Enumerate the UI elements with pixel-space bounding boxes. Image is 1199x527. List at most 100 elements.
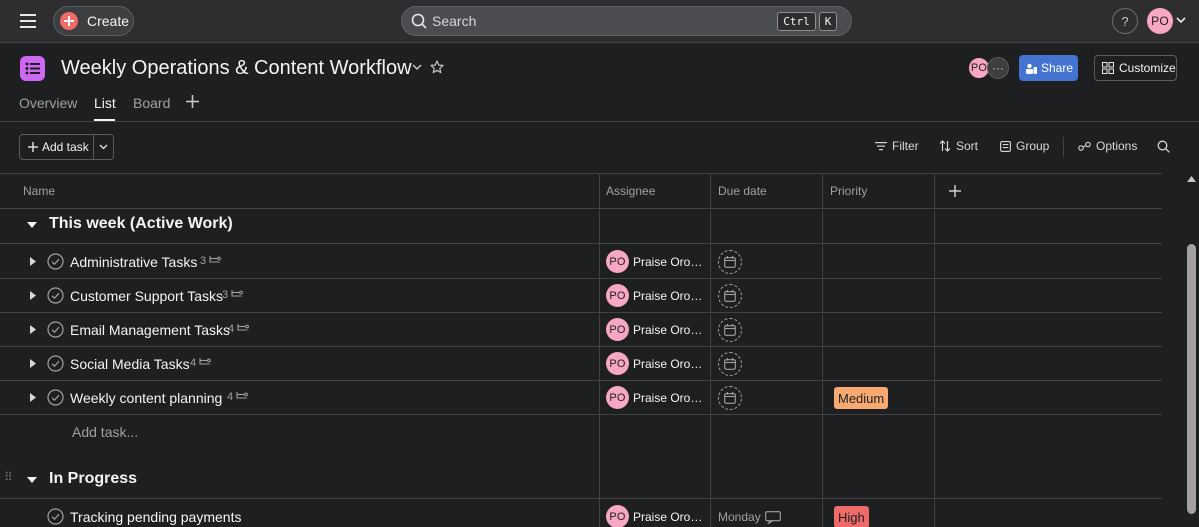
shortcut-ctrl-key: Ctrl — [777, 12, 816, 31]
assignee-name: Praise Orogo... — [633, 356, 707, 371]
caret-right-icon[interactable] — [30, 257, 36, 266]
calendar-icon[interactable] — [718, 284, 742, 308]
assignee-cell[interactable]: PO Praise Orogo... — [606, 318, 708, 341]
tab-list[interactable]: List — [94, 95, 116, 111]
customize-label: Customize — [1119, 61, 1176, 75]
task-name[interactable]: Customer Support Tasks — [70, 288, 223, 304]
caret-down-icon[interactable] — [27, 222, 37, 229]
avatar: PO — [606, 284, 629, 307]
task-name[interactable]: Tracking pending payments — [70, 509, 241, 525]
assignee-name: Praise Orogo... — [633, 390, 707, 405]
table-row[interactable]: Social Media Tasks 4 PO Praise Orogo... — [0, 347, 1162, 381]
user-avatar[interactable]: PO — [1147, 8, 1173, 34]
share-button[interactable]: Share — [1019, 55, 1078, 81]
scroll-up-arrow-icon[interactable] — [1187, 176, 1196, 182]
check-circle-icon[interactable] — [47, 321, 64, 338]
group-button[interactable]: Group — [1000, 139, 1049, 153]
filter-icon — [875, 141, 887, 151]
scrollbar-thumb[interactable] — [1187, 244, 1196, 514]
add-task-label: Add task — [42, 140, 89, 154]
avatar: PO — [606, 386, 629, 409]
section-header: This week (Active Work) — [0, 209, 1162, 244]
create-button[interactable]: Create — [53, 6, 134, 36]
assignee-name: Praise Orogo... — [633, 322, 707, 337]
caret-right-icon[interactable] — [30, 325, 36, 334]
add-task-dropdown[interactable] — [94, 135, 113, 159]
customize-icon — [1102, 62, 1114, 74]
section-title[interactable]: This week (Active Work) — [49, 215, 233, 233]
subtask-icon — [237, 324, 250, 331]
assignee-name: Praise Orogo... — [633, 509, 707, 524]
check-circle-icon[interactable] — [47, 287, 64, 304]
column-header-due-date[interactable]: Due date — [718, 184, 767, 198]
sort-button[interactable]: Sort — [939, 139, 978, 153]
subtask-count[interactable]: 4 — [190, 357, 212, 369]
customize-button[interactable]: Customize — [1094, 55, 1177, 81]
avatar: PO — [606, 318, 629, 341]
add-task-button[interactable]: Add task — [20, 135, 94, 159]
star-icon[interactable] — [430, 60, 444, 74]
plus-icon — [60, 12, 78, 30]
project-title[interactable]: Weekly Operations & Content Workflow — [61, 57, 412, 80]
tab-board[interactable]: Board — [133, 95, 170, 111]
table-row[interactable]: Tracking pending payments PO Praise Orogo… — [0, 500, 1162, 527]
options-button[interactable]: Options — [1078, 139, 1137, 153]
section-title[interactable]: In Progress — [49, 470, 137, 488]
due-date-cell[interactable]: Monday — [718, 510, 781, 524]
priority-badge[interactable]: Medium — [834, 387, 889, 409]
top-bar: Create Search Ctrl K ? PO — [0, 0, 1199, 43]
help-button[interactable]: ? — [1112, 8, 1138, 34]
subtask-count[interactable]: 4 — [228, 323, 250, 335]
check-circle-icon[interactable] — [47, 355, 64, 372]
column-header-priority[interactable]: Priority — [830, 184, 867, 198]
project-list-icon — [20, 56, 45, 81]
assignee-cell[interactable]: PO Praise Orogo... — [606, 284, 708, 307]
search-input[interactable]: Search Ctrl K — [401, 6, 852, 36]
subtask-icon — [231, 290, 244, 297]
chevron-down-icon[interactable] — [1176, 16, 1186, 24]
table-row[interactable]: Weekly content planning 4 PO Praise Orogo… — [0, 381, 1162, 415]
check-circle-icon[interactable] — [47, 253, 64, 270]
tab-overview[interactable]: Overview — [19, 95, 77, 111]
check-circle-icon[interactable] — [47, 389, 64, 406]
search-icon[interactable] — [1157, 140, 1170, 153]
subtask-count[interactable]: 4 — [227, 391, 249, 403]
table-row[interactable]: Email Management Tasks 4 PO Praise Orogo.… — [0, 313, 1162, 347]
table-row[interactable]: Customer Support Tasks 3 PO Praise Orogo.… — [0, 279, 1162, 313]
members-more-button[interactable]: ··· — [987, 57, 1009, 79]
hamburger-icon[interactable] — [18, 11, 40, 31]
column-header-name[interactable]: Name — [23, 184, 55, 198]
filter-button[interactable]: Filter — [875, 139, 919, 153]
assignee-cell[interactable]: PO Praise Orogo... — [606, 505, 708, 527]
subtask-count[interactable]: 3 — [200, 255, 222, 267]
chevron-down-icon[interactable] — [412, 63, 422, 71]
add-column-plus-icon[interactable] — [949, 185, 961, 197]
caret-right-icon[interactable] — [30, 291, 36, 300]
assignee-cell[interactable]: PO Praise Orogo... — [606, 386, 708, 409]
task-name[interactable]: Email Management Tasks — [70, 322, 230, 338]
subtask-count-value: 4 — [228, 323, 235, 335]
assignee-cell[interactable]: PO Praise Orogo... — [606, 250, 708, 273]
calendar-icon[interactable] — [718, 318, 742, 342]
task-name[interactable]: Social Media Tasks — [70, 356, 190, 372]
search-placeholder: Search — [432, 13, 477, 29]
options-icon — [1078, 141, 1091, 152]
calendar-icon[interactable] — [718, 352, 742, 376]
task-name[interactable]: Weekly content planning — [70, 390, 222, 406]
caret-down-icon[interactable] — [27, 477, 37, 484]
subtask-count[interactable]: 3 — [222, 289, 244, 301]
table-row[interactable]: Administrative Tasks 3 PO Praise Orogo... — [0, 245, 1162, 279]
priority-badge[interactable]: High — [834, 506, 869, 527]
add-task-inline[interactable]: Add task... — [72, 424, 138, 440]
calendar-icon[interactable] — [718, 250, 742, 274]
assignee-cell[interactable]: PO Praise Orogo... — [606, 352, 708, 375]
caret-right-icon[interactable] — [30, 359, 36, 368]
caret-right-icon[interactable] — [30, 393, 36, 402]
add-tab-plus-icon[interactable] — [186, 95, 199, 108]
calendar-icon[interactable] — [718, 386, 742, 410]
plus-icon — [28, 142, 38, 152]
column-header-assignee[interactable]: Assignee — [606, 184, 655, 198]
check-circle-icon[interactable] — [47, 508, 64, 525]
subtask-count-value: 3 — [222, 289, 229, 301]
task-name[interactable]: Administrative Tasks — [70, 254, 197, 270]
